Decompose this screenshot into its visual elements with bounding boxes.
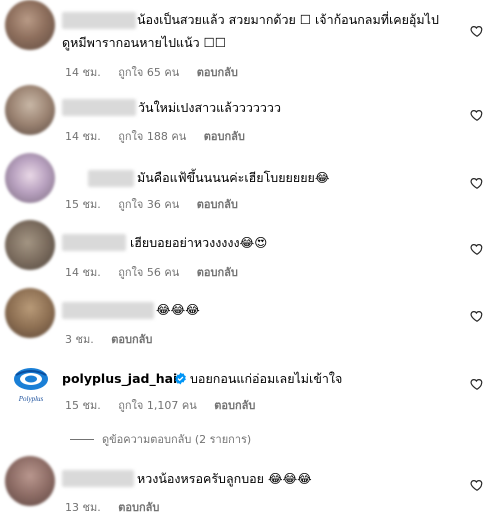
comment-time: 14 ชม. (65, 66, 101, 79)
heart-outline-icon[interactable] (470, 309, 484, 323)
reply-button[interactable]: ตอบกลับ (204, 130, 245, 143)
blurred-username[interactable] (62, 470, 134, 487)
comment-meta: 15 ชม. ถูกใจ 36 คน ตอบกลับ (65, 195, 252, 213)
comment-meta: 15 ชม. ถูกใจ 1,107 คน ตอบกลับ (65, 396, 269, 414)
reply-button[interactable]: ตอบกลับ (197, 266, 238, 279)
comment-time: 14 ชม. (65, 130, 101, 143)
comment-time: 3 ชม. (65, 333, 94, 346)
heart-outline-icon[interactable] (470, 242, 484, 256)
blurred-username[interactable] (62, 302, 154, 319)
comment-time: 15 ชม. (65, 399, 101, 412)
comment-text-line: น้องเป็นสวยแล้ว สวยมากด้วย ☐ เจ้าก้อนกลม… (137, 12, 439, 27)
heart-outline-icon[interactable] (470, 24, 484, 38)
avatar[interactable] (5, 0, 55, 50)
comment-text-line: ดูหมีพารากอนหายไปแน้ว ☐☐ (62, 35, 227, 50)
comment-meta: 14 ชม. ถูกใจ 65 คน ตอบกลับ (65, 63, 252, 81)
reply-button[interactable]: ตอบกลับ (197, 66, 238, 79)
comment-text: 😂😂😂 (156, 302, 200, 317)
comment-text: บอยกอนแก่อ่อมเลยไม่เข้าใจ (190, 371, 343, 386)
logo-text: Polyplus (18, 395, 44, 403)
avatar[interactable] (5, 220, 55, 270)
comment-text: หวงน้องหรอครับลูกบอย 😂😂😂 (137, 471, 312, 486)
blurred-username[interactable] (88, 170, 134, 187)
reply-button[interactable]: ตอบกลับ (111, 333, 152, 346)
comment-text: เฮียบอยอย่าหวงงงงง😂😍 (130, 235, 268, 250)
blurred-username[interactable] (62, 12, 136, 29)
avatar[interactable]: Polyplus (8, 361, 54, 407)
reply-button[interactable]: ตอบกลับ (214, 399, 255, 412)
comment-meta: 14 ชม. ถูกใจ 56 คน ตอบกลับ (65, 263, 252, 281)
verified-badge-icon (175, 372, 186, 385)
comment-meta: 14 ชม. ถูกใจ 188 คน ตอบกลับ (65, 127, 259, 145)
like-count[interactable]: ถูกใจ 1,107 คน (118, 399, 197, 412)
comment-text: มันคือแฟ้ขึ้นนนนค่ะเฮียโบยยยยย😂 (137, 170, 330, 185)
like-count[interactable]: ถูกใจ 65 คน (118, 66, 179, 79)
comment-text: วันใหม่เปงสาวแล้ววววววว (138, 100, 281, 115)
comment-meta: 3 ชม. ตอบกลับ (65, 330, 166, 348)
view-replies-button[interactable]: ดูข้อความตอบกลับ (2 รายการ) (70, 430, 251, 448)
comment-time: 13 ชม. (65, 501, 101, 514)
comment-meta: 13 ชม. ตอบกลับ (65, 498, 173, 516)
avatar[interactable] (5, 153, 55, 203)
divider-line (70, 438, 94, 440)
heart-outline-icon[interactable] (470, 478, 484, 492)
reply-button[interactable]: ตอบกลับ (118, 501, 159, 514)
avatar[interactable] (5, 85, 55, 135)
heart-outline-icon[interactable] (470, 108, 484, 122)
blurred-username[interactable] (62, 99, 136, 116)
heart-outline-icon[interactable] (470, 377, 484, 391)
reply-button[interactable]: ตอบกลับ (197, 198, 238, 211)
avatar[interactable] (5, 288, 55, 338)
like-count[interactable]: ถูกใจ 188 คน (118, 130, 186, 143)
polyplus-logo-icon: Polyplus (14, 368, 48, 403)
heart-outline-icon[interactable] (470, 176, 484, 190)
comment-username[interactable]: polyplus_jad_hai (62, 370, 177, 387)
blurred-username[interactable] (62, 234, 126, 251)
comment-time: 14 ชม. (65, 266, 101, 279)
like-count[interactable]: ถูกใจ 36 คน (118, 198, 179, 211)
comment-time: 15 ชม. (65, 198, 101, 211)
avatar[interactable] (5, 456, 55, 506)
like-count[interactable]: ถูกใจ 56 คน (118, 266, 179, 279)
view-replies-label: ดูข้อความตอบกลับ (2 รายการ) (102, 433, 252, 446)
